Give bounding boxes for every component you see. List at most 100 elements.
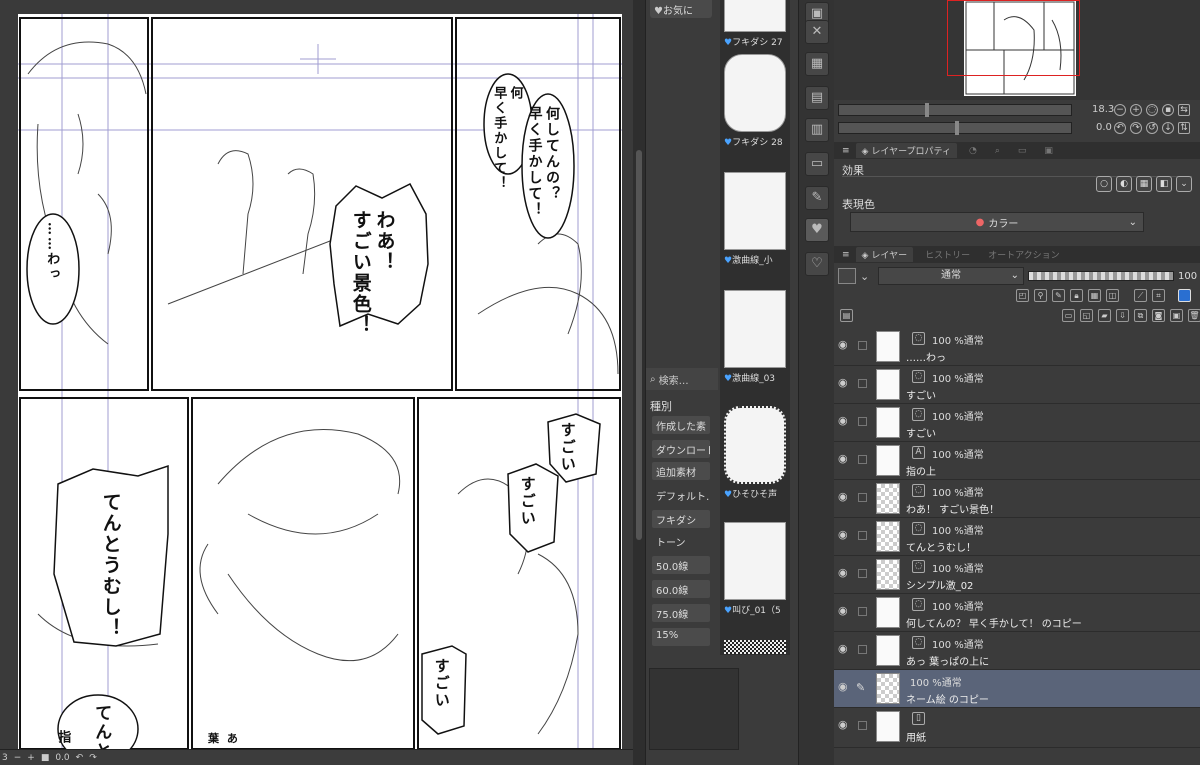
material-item[interactable]: ♥フキダシ 27 bbox=[724, 0, 786, 48]
layer-name[interactable]: すごい bbox=[906, 425, 936, 440]
tab-search-icon[interactable]: ⌕ bbox=[989, 145, 1006, 157]
eye-icon[interactable]: ◉ bbox=[838, 719, 852, 730]
eye-icon[interactable]: ◉ bbox=[838, 643, 852, 654]
layer-name[interactable]: てんとうむし！ bbox=[906, 539, 976, 554]
tab-history[interactable]: ヒストリー bbox=[919, 247, 976, 262]
page-icon[interactable]: ▤ bbox=[805, 86, 829, 110]
tone-effect-icon[interactable]: ▦ bbox=[1136, 176, 1152, 192]
category-60-line[interactable]: 60.0線 bbox=[652, 580, 710, 598]
eye-icon[interactable]: ◉ bbox=[838, 377, 852, 388]
favorites-tab[interactable]: ♥お気に bbox=[650, 0, 712, 18]
flip-icon[interactable]: ⇆ bbox=[1178, 104, 1190, 116]
canvas-area[interactable]: わあ！ すごい景色！ 何 早く手かして！ 何してんの？ 早く手かして！ ……わっ… bbox=[0, 0, 633, 765]
fit-icon[interactable]: ◌ bbox=[1146, 104, 1158, 116]
flip-vertical-icon[interactable]: ⇅ bbox=[1178, 122, 1190, 134]
layer-lock-box[interactable] bbox=[858, 455, 867, 464]
eye-icon[interactable]: ◉ bbox=[838, 681, 852, 692]
layer-color-icon[interactable]: ◧ bbox=[1156, 176, 1172, 192]
rotate-left-icon[interactable]: ↶ bbox=[1114, 122, 1126, 134]
tone-icon[interactable]: ▦ bbox=[805, 52, 829, 76]
material-item[interactable]: ♥激曲線_03 bbox=[724, 290, 786, 384]
layer-row[interactable]: ◉ ◌ 100 %通常 わあ！ すごい景色！ bbox=[834, 480, 1200, 518]
layer-row[interactable]: ◉ A 100 %通常 指の上 bbox=[834, 442, 1200, 480]
navigator-view-frame[interactable] bbox=[947, 0, 1080, 76]
layer-name[interactable]: わあ！ すごい景色！ bbox=[906, 501, 999, 516]
actual-size-icon[interactable]: ▪ bbox=[1162, 104, 1174, 116]
new-folder-icon[interactable]: ▰ bbox=[1098, 309, 1111, 322]
zoom-in-button[interactable]: + bbox=[27, 753, 35, 763]
heart-outline-icon[interactable]: ♡ bbox=[805, 252, 829, 276]
category-15-percent[interactable]: 15% bbox=[652, 628, 710, 646]
layer-lock-box[interactable] bbox=[858, 417, 867, 426]
eye-icon[interactable]: ◉ bbox=[838, 529, 852, 540]
rotate-slider-knob[interactable] bbox=[955, 121, 959, 135]
crop-icon[interactable]: ⌗ bbox=[1152, 289, 1165, 302]
layer-lock-box[interactable] bbox=[858, 341, 867, 350]
transfer-down-icon[interactable]: ⇩ bbox=[1116, 309, 1129, 322]
layer-row[interactable]: ◉ ◌ 100 %通常 すごい bbox=[834, 366, 1200, 404]
rotate-right-icon[interactable]: ↷ bbox=[89, 753, 97, 763]
zoom-out-button[interactable]: − bbox=[14, 753, 22, 763]
layer-row[interactable]: ◉ ◌ 100 %通常 何してんの？ 早く手かして！ のコピー bbox=[834, 594, 1200, 632]
eye-icon[interactable]: ◉ bbox=[838, 491, 852, 502]
zoom-out-icon[interactable]: − bbox=[1114, 104, 1126, 116]
download-icon[interactable]: ↓ bbox=[1162, 122, 1174, 134]
eye-icon[interactable]: ◉ bbox=[838, 453, 852, 464]
tab-brush-icon[interactable]: ◔ bbox=[963, 145, 983, 157]
canvas-scrollbar[interactable] bbox=[633, 0, 645, 765]
rotate-left-icon[interactable]: ↶ bbox=[76, 753, 84, 763]
layer-lock-box[interactable] bbox=[858, 569, 867, 578]
manga-page[interactable]: わあ！ すごい景色！ 何 早く手かして！ 何してんの？ 早く手かして！ ……わっ… bbox=[18, 14, 622, 749]
expression-color-box[interactable] bbox=[838, 268, 856, 284]
material-item[interactable]: ♥激曲線_小 bbox=[724, 172, 786, 266]
menu-icon[interactable]: ≡ bbox=[842, 250, 850, 260]
layer-row-active[interactable]: ◉ ✎ 100 %通常 ネーム絵 のコピー bbox=[834, 670, 1200, 708]
extract-line-icon[interactable]: ◐ bbox=[1116, 176, 1132, 192]
layer-row[interactable]: ◉ ◌ 100 %通常 すごい bbox=[834, 404, 1200, 442]
tab-auto-action[interactable]: オートアクション bbox=[982, 247, 1066, 262]
clip-icon[interactable]: ◰ bbox=[1016, 289, 1029, 302]
rotate-right-icon[interactable]: ↷ bbox=[1130, 122, 1142, 134]
chevron-down-icon[interactable]: ⌄ bbox=[860, 270, 874, 283]
zoom-slider-knob[interactable] bbox=[925, 103, 929, 117]
opacity-slider[interactable] bbox=[1028, 271, 1174, 281]
category-added[interactable]: 追加素材 bbox=[652, 462, 710, 480]
material-item[interactable]: ♥フキダシ 28 bbox=[724, 54, 786, 148]
material-item[interactable]: ♥叫び_01（5 bbox=[724, 522, 786, 616]
ruler-icon[interactable]: ⟋ bbox=[1134, 289, 1147, 302]
mask-icon[interactable]: ◫ bbox=[1106, 289, 1119, 302]
layer-list[interactable]: ◉ ◌ 100 %通常 ……わっ ◉ ◌ 100 %通常 すごい ◉ ◌ 100… bbox=[834, 328, 1200, 750]
tab-tool-icon[interactable]: ▭ bbox=[1012, 145, 1033, 157]
scrollbar-thumb[interactable] bbox=[636, 150, 642, 540]
layer-lock-box[interactable] bbox=[858, 493, 867, 502]
layer-row[interactable]: ◉ ◌ 100 %通常 てんとうむし！ bbox=[834, 518, 1200, 556]
category-50-line[interactable]: 50.0線 bbox=[652, 556, 710, 574]
layer-row[interactable]: ◉ ◌ 100 %通常 シンプル激_02 bbox=[834, 556, 1200, 594]
layer-name[interactable]: あっ 葉っぱの上に bbox=[906, 653, 989, 668]
menu-icon[interactable]: ≡ bbox=[842, 146, 850, 156]
layer-lock-box[interactable] bbox=[858, 721, 867, 730]
layer-row[interactable]: ◉ ▯ 用紙 bbox=[834, 708, 1200, 748]
layer-row[interactable]: ◉ ◌ 100 %通常 ……わっ bbox=[834, 328, 1200, 366]
layer-name[interactable]: 指の上 bbox=[906, 463, 936, 478]
layer-lock-box[interactable] bbox=[858, 607, 867, 616]
material-list[interactable]: ♥フキダシ 27 ♥フキダシ 28 ♥激曲線_小 ♥激曲線_03 ♥ひそひそ声 … bbox=[720, 0, 790, 655]
category-default[interactable]: デフォルト… bbox=[652, 486, 710, 504]
expression-color-select[interactable]: ● カラー ⌄ bbox=[850, 212, 1144, 232]
layer-color-icon[interactable] bbox=[1178, 289, 1191, 302]
new-vector-icon[interactable]: ◱ bbox=[1080, 309, 1093, 322]
material-item[interactable]: ♥ひそひそ声 bbox=[724, 406, 786, 500]
apply-mask-icon[interactable]: ▣ bbox=[1170, 309, 1183, 322]
new-raster-icon[interactable]: ▭ bbox=[1062, 309, 1075, 322]
tab-layer[interactable]: ◈ レイヤー bbox=[855, 247, 914, 262]
favorite-heart-icon[interactable]: ♥ bbox=[805, 218, 829, 242]
draft-icon[interactable]: ✎ bbox=[1052, 289, 1065, 302]
edit-icon[interactable]: ✎ bbox=[805, 186, 829, 210]
layer-lock-box[interactable] bbox=[858, 379, 867, 388]
category-tone[interactable]: トーン bbox=[652, 532, 710, 550]
eye-icon[interactable]: ◉ bbox=[838, 567, 852, 578]
rotate-slider[interactable] bbox=[838, 121, 1072, 135]
category-created[interactable]: 作成した素 bbox=[652, 416, 710, 434]
category-download[interactable]: ダウンロード bbox=[652, 440, 710, 458]
close-icon[interactable]: ✕ bbox=[805, 20, 829, 44]
